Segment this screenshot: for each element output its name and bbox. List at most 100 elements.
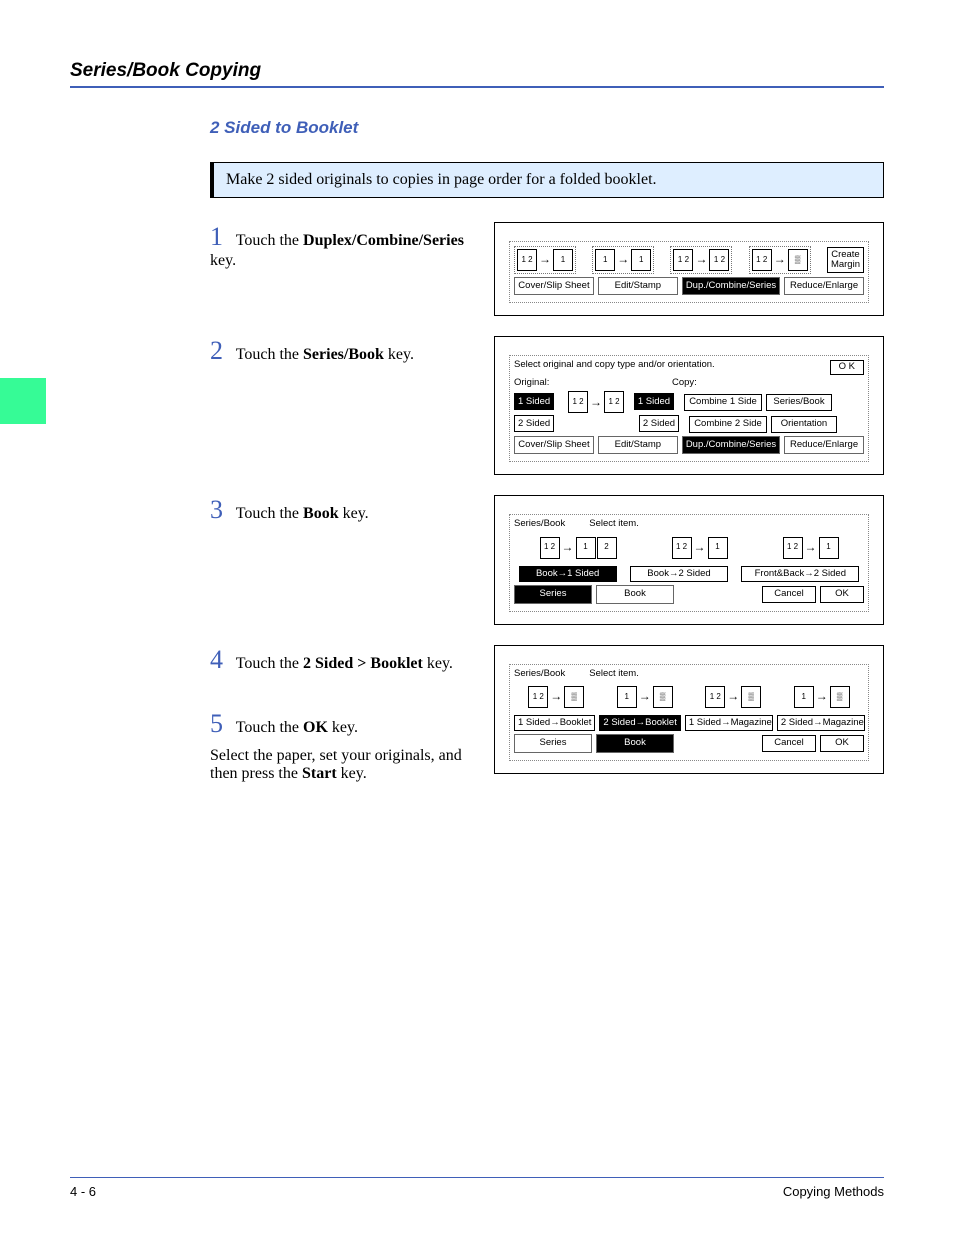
page-icon: 1 2 bbox=[568, 391, 588, 413]
step-5-body: Touch the OK key. bbox=[236, 719, 358, 736]
fig2-copy-label: Copy: bbox=[672, 378, 697, 388]
cancel-button[interactable]: Cancel bbox=[762, 586, 816, 602]
btn-seriesbook[interactable]: Series/Book bbox=[766, 394, 832, 410]
step-1-body: Touch the Duplex/Combine/Series key. bbox=[210, 232, 464, 269]
btn-copy-2sided[interactable]: 2 Sided bbox=[639, 415, 679, 432]
btn-frontback2sided[interactable]: Front&Back→2 Sided bbox=[741, 566, 859, 582]
step-2-body: Touch the Series/Book key. bbox=[236, 346, 414, 363]
page-icon: ▒ bbox=[788, 249, 808, 271]
book-icon: 1 2 bbox=[540, 537, 560, 559]
arrow-icon: → bbox=[815, 690, 829, 703]
arrow-icon: → bbox=[549, 690, 563, 703]
arrow-icon: → bbox=[616, 253, 630, 266]
step-1-text: 1 Touch the Duplex/Combine/Series key. bbox=[210, 222, 470, 270]
fig2-instr: Select original and copy type and/or ori… bbox=[514, 360, 715, 370]
tab-series-sel[interactable]: Series bbox=[514, 585, 592, 603]
step-4-5-row: 4 Touch the 2 Sided > Booklet key. 5 Tou… bbox=[210, 645, 884, 783]
arrow-icon: → bbox=[693, 541, 707, 554]
page-icon: 1 bbox=[617, 686, 637, 708]
fig2-tabs: Cover/Slip Sheet Edit/Stamp Dup./Combine… bbox=[514, 436, 864, 454]
page-icon: 1 2 bbox=[752, 249, 772, 271]
step-1-num: 1 bbox=[210, 222, 232, 252]
content-area: 1 Touch the Duplex/Combine/Series key. 1… bbox=[210, 222, 884, 783]
step-5-num: 5 bbox=[210, 709, 232, 739]
page-icon: 1 bbox=[708, 537, 728, 559]
figure-1: 1 2 → 1 1 → 1 1 2 → 1 2 bbox=[494, 222, 884, 316]
btn-book1sided-sel[interactable]: Book→1 Sided bbox=[519, 566, 617, 582]
fig1-group-4: 1 2 → ▒ bbox=[749, 246, 811, 274]
arrow-icon: → bbox=[773, 253, 787, 266]
tab-cover[interactable]: Cover/Slip Sheet bbox=[514, 277, 594, 295]
footer-label: Copying Methods bbox=[783, 1184, 884, 1199]
figure-2-panel: Select original and copy type and/or ori… bbox=[509, 355, 869, 462]
step-3-num: 3 bbox=[210, 495, 232, 525]
arrow-icon: → bbox=[638, 690, 652, 703]
btn-1sided-magazine[interactable]: 1 Sided→Magazine bbox=[685, 715, 773, 731]
tab-series[interactable]: Series bbox=[514, 734, 592, 752]
page-icon: 1 2 bbox=[528, 686, 548, 708]
arrow-icon: → bbox=[561, 541, 575, 554]
btn-2sided-magazine[interactable]: 2 Sided→Magazine bbox=[777, 715, 865, 731]
btn-copy-1sided-sel[interactable]: 1 Sided bbox=[634, 393, 674, 410]
booklet-icon: ▒ bbox=[653, 686, 673, 708]
magazine-icon: ▒ bbox=[741, 686, 761, 708]
figure-4-panel: Series/Book Select item. 1 2 → ▒ 1 → ▒ bbox=[509, 664, 869, 761]
ok-button[interactable]: O K bbox=[830, 360, 864, 374]
figure-3-panel: Series/Book Select item. 1 2 → 12 1 2 → … bbox=[509, 514, 869, 611]
step-2-row: 2 Touch the Series/Book key. Select orig… bbox=[210, 336, 884, 475]
page-icon: 2 bbox=[597, 537, 617, 559]
book-icon: 1 2 bbox=[783, 537, 803, 559]
section-header: Series/Book Copying bbox=[70, 60, 884, 88]
btn-book2sided[interactable]: Book→2 Sided bbox=[630, 566, 728, 582]
tab-dup-selected[interactable]: Dup./Combine/Series bbox=[682, 277, 780, 295]
step-2-num: 2 bbox=[210, 336, 232, 366]
tab-dup-selected[interactable]: Dup./Combine/Series bbox=[682, 436, 780, 454]
tab-edit[interactable]: Edit/Stamp bbox=[598, 277, 678, 295]
btn-combine1[interactable]: Combine 1 Side bbox=[684, 394, 762, 410]
ok-button[interactable]: OK bbox=[820, 586, 864, 602]
arrow-icon: → bbox=[694, 253, 708, 266]
fig4-select: Select item. bbox=[589, 669, 639, 679]
fig1-group-1: 1 2 → 1 bbox=[514, 246, 576, 274]
step-1-row: 1 Touch the Duplex/Combine/Series key. 1… bbox=[210, 222, 884, 316]
step-4-num: 4 bbox=[210, 645, 232, 675]
btn-orientation[interactable]: Orientation bbox=[771, 416, 837, 432]
btn-1sided-sel[interactable]: 1 Sided bbox=[514, 393, 554, 410]
figure-2: Select original and copy type and/or ori… bbox=[494, 336, 884, 475]
tab-book-sel[interactable]: Book bbox=[596, 734, 674, 752]
btn-combine2[interactable]: Combine 2 Side bbox=[689, 416, 767, 432]
tab-reduce[interactable]: Reduce/Enlarge bbox=[784, 277, 864, 295]
arrow-icon: → bbox=[726, 690, 740, 703]
step-2-text: 2 Touch the Series/Book key. bbox=[210, 336, 470, 366]
figure-1-panel: 1 2 → 1 1 → 1 1 2 → 1 2 bbox=[509, 241, 869, 303]
create-margin-button[interactable]: Create Margin bbox=[827, 247, 864, 274]
tab-book[interactable]: Book bbox=[596, 585, 674, 603]
cancel-button[interactable]: Cancel bbox=[762, 735, 816, 751]
page-icon: 1 2 bbox=[673, 249, 693, 271]
step-3-row: 3 Touch the Book key. Series/Book Select… bbox=[210, 495, 884, 624]
page-icon: 1 bbox=[819, 537, 839, 559]
btn-2sided-booklet-sel[interactable]: 2 Sided→Booklet bbox=[599, 715, 680, 731]
btn-1sided-booklet[interactable]: 1 Sided→Booklet bbox=[514, 715, 595, 731]
step-4-body: Touch the 2 Sided > Booklet key. bbox=[236, 655, 453, 672]
intro-box: Make 2 sided originals to copies in page… bbox=[210, 162, 884, 198]
fig4-title: Series/Book bbox=[514, 669, 565, 679]
arrow-icon: → bbox=[804, 541, 818, 554]
btn-2sided[interactable]: 2 Sided bbox=[514, 415, 554, 432]
page-icon: 1 2 bbox=[604, 391, 624, 413]
page-icon: 1 bbox=[595, 249, 615, 271]
arrow-icon: → bbox=[538, 253, 552, 266]
ok-button[interactable]: OK bbox=[820, 735, 864, 751]
page-icon: 1 2 bbox=[705, 686, 725, 708]
figure-3: Series/Book Select item. 1 2 → 12 1 2 → … bbox=[494, 495, 884, 624]
booklet-icon: ▒ bbox=[564, 686, 584, 708]
magazine-icon: ▒ bbox=[830, 686, 850, 708]
fig3-title: Series/Book bbox=[514, 519, 565, 529]
tab-edit[interactable]: Edit/Stamp bbox=[598, 436, 678, 454]
book-icon: 1 2 bbox=[672, 537, 692, 559]
tab-cover[interactable]: Cover/Slip Sheet bbox=[514, 436, 594, 454]
tab-reduce[interactable]: Reduce/Enlarge bbox=[784, 436, 864, 454]
fig1-group-3: 1 2 → 1 2 bbox=[670, 246, 732, 274]
fig1-tabs: Cover/Slip Sheet Edit/Stamp Dup./Combine… bbox=[514, 277, 864, 295]
fig1-group-2: 1 → 1 bbox=[592, 246, 654, 274]
